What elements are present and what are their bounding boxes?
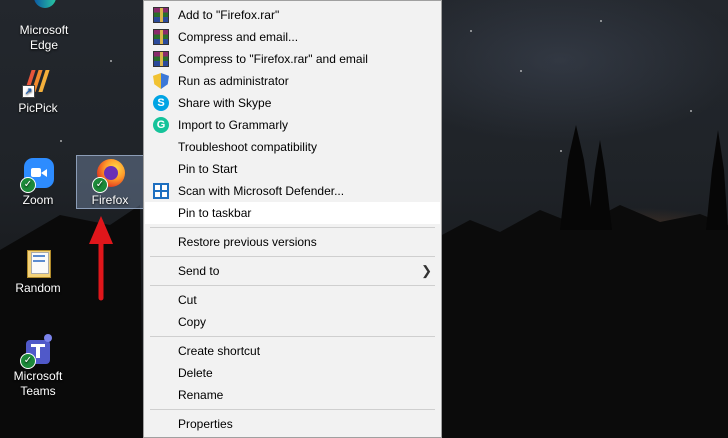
menu-item-rename[interactable]: Rename [145, 384, 440, 406]
menu-item-properties[interactable]: Properties [145, 413, 440, 435]
menu-item-label: Add to "Firefox.rar" [178, 8, 280, 22]
menu-separator [150, 227, 435, 228]
menu-item-scan-defender[interactable]: Scan with Microsoft Defender... [145, 180, 440, 202]
menu-item-share-skype[interactable]: S Share with Skype [145, 92, 440, 114]
winrar-icon [153, 29, 169, 45]
menu-item-delete[interactable]: Delete [145, 362, 440, 384]
menu-item-label: Scan with Microsoft Defender... [178, 184, 345, 198]
menu-item-troubleshoot[interactable]: Troubleshoot compatibility [145, 136, 440, 158]
menu-separator [150, 256, 435, 257]
menu-item-compress-rar-email[interactable]: Compress to "Firefox.rar" and email [145, 48, 440, 70]
menu-item-label: Restore previous versions [178, 235, 317, 249]
menu-item-import-grammarly[interactable]: G Import to Grammarly [145, 114, 440, 136]
uac-shield-icon [153, 73, 169, 89]
menu-item-label: Troubleshoot compatibility [178, 140, 317, 154]
menu-item-label: Pin to Start [178, 162, 238, 176]
menu-item-label: Create shortcut [178, 344, 261, 358]
menu-item-run-as-admin[interactable]: Run as administrator [145, 70, 440, 92]
menu-item-send-to[interactable]: Send to ❯ [145, 260, 440, 282]
menu-item-restore-versions[interactable]: Restore previous versions [145, 231, 440, 253]
menu-item-create-shortcut[interactable]: Create shortcut [145, 340, 440, 362]
menu-item-label: Properties [178, 417, 233, 431]
menu-item-label: Cut [178, 293, 197, 307]
menu-item-label: Copy [178, 315, 207, 329]
context-menu: Add to "Firefox.rar" Compress and email.… [143, 0, 442, 438]
annotation-arrow-up [89, 216, 113, 301]
menu-item-add-to-rar[interactable]: Add to "Firefox.rar" [145, 4, 440, 26]
winrar-icon [153, 51, 169, 67]
menu-item-pin-taskbar[interactable]: Pin to taskbar [145, 202, 440, 224]
menu-separator [150, 285, 435, 286]
menu-separator [150, 336, 435, 337]
skype-icon: S [153, 95, 169, 111]
menu-separator [150, 409, 435, 410]
menu-item-copy[interactable]: Copy [145, 311, 440, 333]
menu-item-pin-start[interactable]: Pin to Start [145, 158, 440, 180]
winrar-icon [153, 7, 169, 23]
menu-item-label: Compress to "Firefox.rar" and email [178, 52, 368, 66]
menu-item-label: Run as administrator [178, 74, 289, 88]
menu-item-label: Send to [178, 264, 220, 278]
menu-item-label: Compress and email... [178, 30, 299, 44]
menu-item-label: Share with Skype [178, 96, 272, 110]
menu-item-label: Delete [178, 366, 213, 380]
chevron-right-icon: ❯ [421, 263, 432, 278]
menu-item-cut[interactable]: Cut [145, 289, 440, 311]
menu-item-compress-email[interactable]: Compress and email... [145, 26, 440, 48]
menu-item-label: Pin to taskbar [178, 206, 252, 220]
grammarly-icon: G [153, 117, 169, 133]
menu-item-label: Import to Grammarly [178, 118, 289, 132]
menu-item-label: Rename [178, 388, 224, 402]
defender-icon [153, 183, 169, 199]
